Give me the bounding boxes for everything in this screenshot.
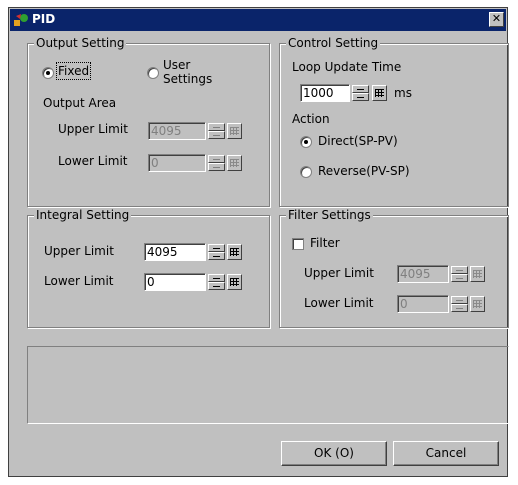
pid-app-icon [14, 14, 28, 26]
filter-settings-legend: Filter Settings [286, 208, 373, 222]
integral-setting-group: Integral Setting Upper Limit 4095 Lower … [27, 208, 270, 328]
integral-upper-limit-spinner[interactable] [208, 244, 225, 260]
user-settings-label[interactable]: User Settings [163, 58, 243, 86]
filter-upper-limit-spinner[interactable] [451, 266, 468, 282]
info-panel [27, 346, 509, 424]
action-label: Action [292, 112, 330, 126]
output-setting-group: Output Setting Fixed User Settings Outpu… [27, 36, 270, 207]
loop-update-time-spinner[interactable] [352, 85, 369, 101]
filter-upper-limit-input[interactable]: 4095 [397, 265, 449, 283]
filter-lower-limit-label: Lower Limit [304, 296, 374, 310]
pid-dialog: PID ✕ Output Setting Fixed User Settings… [8, 7, 509, 477]
filter-checkbox[interactable] [292, 238, 304, 250]
direct-label[interactable]: Direct(SP-PV) [318, 134, 398, 148]
reverse-label[interactable]: Reverse(PV-SP) [318, 164, 410, 178]
output-upper-limit-input[interactable]: 4095 [148, 122, 206, 140]
integral-lower-limit-spinner[interactable] [208, 274, 225, 290]
fixed-radio[interactable] [42, 67, 54, 79]
direct-radio[interactable] [300, 136, 312, 148]
output-lower-limit-input[interactable]: 0 [148, 154, 206, 172]
filter-lower-limit-spinner[interactable] [451, 296, 468, 312]
radio-selected-dot [304, 140, 308, 144]
output-lower-limit-label: Lower Limit [58, 154, 128, 168]
keypad-icon[interactable] [470, 296, 485, 312]
output-lower-limit-spinner[interactable] [208, 155, 225, 171]
keypad-icon[interactable] [470, 266, 485, 282]
output-area-label: Output Area [43, 96, 117, 110]
integral-lower-limit-label: Lower Limit [44, 274, 114, 288]
loop-update-time-label: Loop Update Time [292, 60, 402, 74]
filter-upper-limit-label: Upper Limit [304, 266, 374, 280]
keypad-icon[interactable] [372, 85, 387, 101]
ok-button[interactable]: OK (O) [281, 441, 387, 466]
integral-lower-limit-input[interactable]: 0 [144, 273, 206, 291]
filter-settings-group: Filter Settings Filter Upper Limit 4095 … [279, 208, 509, 328]
loop-update-time-input[interactable]: 1000 [300, 84, 350, 102]
filter-lower-limit-input[interactable]: 0 [397, 295, 449, 313]
keypad-icon[interactable] [227, 123, 242, 139]
control-setting-group: Control Setting Loop Update Time 1000 ms… [279, 36, 509, 207]
window-title: PID [32, 12, 56, 26]
loop-unit-label: ms [394, 86, 412, 100]
keypad-icon[interactable] [227, 155, 242, 171]
control-setting-legend: Control Setting [286, 36, 381, 50]
title-bar: PID ✕ [10, 9, 506, 31]
output-upper-limit-label: Upper Limit [58, 122, 128, 136]
reverse-radio[interactable] [300, 166, 312, 178]
close-button[interactable]: ✕ [489, 12, 504, 27]
integral-upper-limit-label: Upper Limit [44, 244, 114, 258]
output-setting-legend: Output Setting [34, 36, 127, 50]
integral-setting-legend: Integral Setting [34, 208, 132, 222]
filter-label[interactable]: Filter [310, 236, 340, 250]
keypad-icon[interactable] [227, 244, 242, 260]
keypad-icon[interactable] [227, 274, 242, 290]
close-icon: ✕ [491, 12, 502, 25]
integral-upper-limit-input[interactable]: 4095 [144, 243, 206, 261]
radio-selected-dot [46, 71, 50, 75]
output-upper-limit-spinner[interactable] [208, 123, 225, 139]
fixed-label[interactable]: Fixed [55, 62, 92, 80]
cancel-button[interactable]: Cancel [393, 441, 499, 466]
user-settings-radio[interactable] [147, 67, 159, 79]
